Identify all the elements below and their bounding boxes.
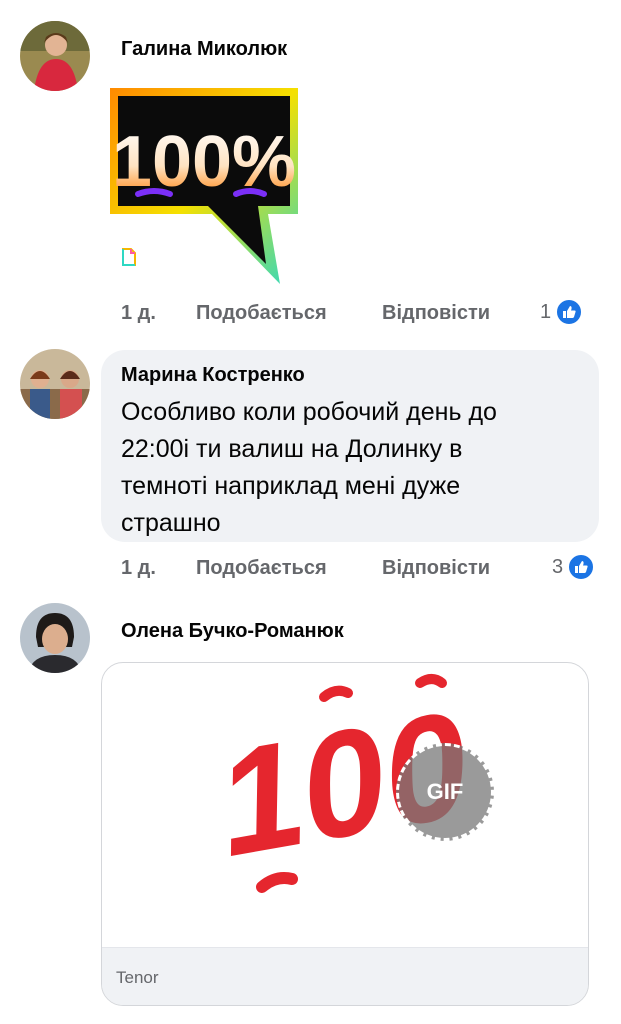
comment-time[interactable]: 1 д. (121, 299, 156, 327)
reaction-count: 1 (540, 300, 552, 323)
reaction-summary[interactable]: 1 (540, 297, 584, 327)
like-thumb-icon (555, 298, 584, 326)
comment-author[interactable]: Олена Бучко-Романюк (121, 620, 344, 643)
reply-button[interactable]: Відповісти (382, 554, 490, 582)
comment-author[interactable]: Марина Костренко (121, 364, 305, 387)
comment-time[interactable]: 1 д. (121, 554, 156, 582)
avatar[interactable] (20, 21, 90, 91)
gif-badge-icon[interactable]: GIF (396, 743, 494, 841)
reaction-summary[interactable]: 3 (552, 552, 596, 582)
like-button[interactable]: Подобається (196, 554, 327, 582)
comment-author[interactable]: Галина Миколюк (121, 38, 287, 61)
avatar[interactable] (20, 603, 90, 673)
gif-badge-label: GIF (426, 779, 464, 804)
gif-source-label: Tenor (116, 968, 159, 987)
like-button[interactable]: Подобається (196, 299, 327, 327)
avatar[interactable] (20, 349, 90, 419)
comment-text: Особливо коли робочий день до 22:00і ти … (121, 398, 497, 537)
gif-source-footer[interactable]: Tenor (102, 947, 588, 1005)
gif-card[interactable]: 100 GIF Tenor (101, 662, 589, 1006)
gif-image: 100 GIF (205, 663, 494, 947)
reply-button[interactable]: Відповісти (382, 299, 490, 327)
like-thumb-icon (567, 553, 596, 581)
comment-bubble: Марина Костренко Особливо коли робочий д… (101, 350, 599, 542)
reaction-count: 3 (552, 555, 564, 578)
sticker-attachment-icon (121, 248, 137, 266)
sticker-text: 100% (112, 122, 296, 202)
